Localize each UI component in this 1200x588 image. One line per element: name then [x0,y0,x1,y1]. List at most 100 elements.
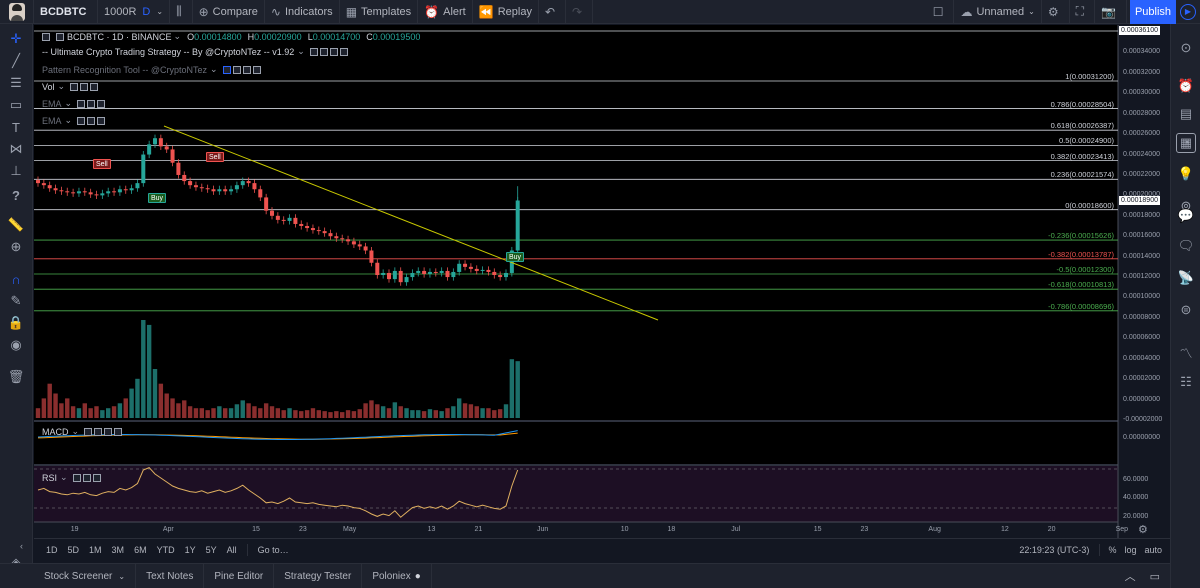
range-button[interactable]: 1M [89,545,102,555]
range-button[interactable]: All [227,545,237,555]
tab-text-notes[interactable]: Text Notes [136,563,205,588]
gear-icon[interactable] [80,82,89,91]
fullscreen-square-button[interactable]: ☐ [927,0,955,24]
range-button[interactable]: 6M [134,545,147,555]
gear-icon[interactable] [87,99,96,108]
auto-scale-toggle[interactable]: auto [1144,545,1162,555]
more-icon[interactable] [252,65,261,74]
collapse-range-icon[interactable]: ‹ [20,541,23,551]
gear-icon[interactable] [94,427,103,436]
candles-style-button[interactable]: ⫼ [170,0,193,24]
eye-icon[interactable]: ◉ [7,336,25,354]
gear-icon[interactable] [319,47,328,56]
more-icon[interactable] [114,427,123,436]
indicators-button[interactable]: ∿ Indicators [265,0,340,24]
main-series-legend[interactable]: BCDBTC · 1D · BINANCE ⌄ O 0.00014800 H 0.0… [42,30,420,43]
close-icon[interactable] [242,65,251,74]
eye-icon[interactable] [72,473,81,482]
more-icon[interactable] [339,47,348,56]
horizontal-lines-icon[interactable]: ☰ [7,74,25,92]
alerts-icon[interactable]: ⏰ [1176,76,1196,96]
templates-button[interactable]: ▦ Templates [340,0,419,24]
eye-icon[interactable] [77,99,86,108]
question-icon[interactable]: ? [7,186,25,204]
close-icon[interactable] [92,473,101,482]
goto-button[interactable]: Go to… [258,545,289,555]
vol-legend[interactable]: Vol ⌄ [42,80,99,93]
calendar-icon[interactable]: ▦ [1176,133,1196,153]
macd-legend[interactable]: MACD ⌄ [42,425,123,438]
range-button[interactable]: YTD [157,545,175,555]
tab-pine-editor[interactable]: Pine Editor [204,563,275,588]
ema2-legend[interactable]: EMA ⌄ [42,114,106,127]
close-icon[interactable] [104,427,113,436]
price-chart[interactable] [34,25,1170,538]
lock-icon[interactable]: 🔒 [7,314,25,332]
tab-stock-screener[interactable]: Stock Screener ⌄ [34,563,137,588]
percent-scale-toggle[interactable]: % [1108,545,1116,555]
range-button[interactable]: 5Y [206,545,217,555]
trendline-icon[interactable]: ╱ [7,52,25,70]
range-button[interactable]: 1Y [185,545,196,555]
order-panel-icon[interactable]: ⊜ [1176,300,1196,320]
close-icon[interactable] [97,99,106,108]
data-window-icon[interactable]: ▤ [1176,104,1196,124]
tab-poloniex[interactable]: Poloniex ● [362,563,432,588]
rsi-legend[interactable]: RSI ⌄ [42,471,101,484]
trash-icon[interactable]: 🗑 [7,368,25,386]
rectangle-icon[interactable]: ▭ [7,96,25,114]
strategy-legend[interactable]: -- Ultimate Crypto Trading Strategy -- B… [42,45,348,58]
user-avatar[interactable] [0,0,34,24]
eye-icon[interactable] [70,82,79,91]
undo-button[interactable]: ↶ [539,0,567,24]
compare-button[interactable]: ⊕ Compare [193,0,265,24]
crosshair-icon[interactable]: ✛ [7,30,25,48]
ideas-icon[interactable]: 💡 [1176,164,1196,184]
broadcast-icon[interactable]: 📡 [1176,268,1196,288]
pattern-legend[interactable]: Pattern Recognition Tool -- @CryptoNTez … [42,63,261,76]
fullscreen-button[interactable]: ⛶ [1070,0,1096,24]
interval-selector[interactable]: 1000R D ⌄ [98,0,171,24]
eye-icon[interactable] [222,65,231,74]
gear-icon[interactable] [87,116,96,125]
chart-trend-icon[interactable]: 〽 [1176,342,1196,362]
private-chat-icon[interactable]: 🗨 [1176,236,1196,256]
tab-strategy-tester[interactable]: Strategy Tester [274,563,363,588]
close-icon[interactable] [329,47,338,56]
zoom-in-icon[interactable]: ⊕ [7,238,25,256]
range-button[interactable]: 1D [46,545,58,555]
chevron-up-icon[interactable]: ︿ [1125,568,1136,584]
stay-drawing-icon[interactable]: ✎ [7,292,25,310]
alert-button[interactable]: ⏰ Alert [418,0,473,24]
publish-button[interactable]: Publish [1130,0,1176,24]
ruler-icon[interactable]: 📏 [7,216,25,234]
range-button[interactable]: 5D [68,545,80,555]
eye-icon[interactable] [77,116,86,125]
magnet-icon[interactable]: ∩ [7,270,25,288]
layout-menu[interactable]: ☁ Unnamed ⌄ [954,0,1042,24]
chat-icon[interactable]: 💬 [1176,206,1196,226]
eye-icon[interactable] [84,427,93,436]
settings-button[interactable]: ⚙ [1042,0,1070,24]
gear-icon[interactable]: ⚙ [1138,523,1148,536]
gear-icon[interactable] [82,473,91,482]
text-icon[interactable]: T [7,118,25,136]
collapse-legend-icon[interactable] [42,32,50,41]
close-icon[interactable] [90,82,99,91]
watchlist-icon[interactable]: ⊙ [1176,38,1196,58]
close-icon[interactable] [97,116,106,125]
gear-icon[interactable] [232,65,241,74]
symbol-search[interactable]: BCDBTC [34,0,98,24]
redo-button[interactable]: ↷ [566,0,594,24]
range-button[interactable]: 3M [112,545,125,555]
replay-button[interactable]: ⏪ Replay [473,0,539,24]
list-icon[interactable]: ☷ [1176,372,1196,392]
pattern-icon[interactable]: ⋈ [7,140,25,158]
prediction-icon[interactable]: ⊥ [7,162,25,180]
clock[interactable]: 22:19:23 (UTC-3) [1019,545,1089,555]
log-scale-toggle[interactable]: log [1124,545,1136,555]
snapshot-button[interactable]: 📷 [1095,0,1127,24]
maximize-icon[interactable]: ▭ [1150,570,1160,583]
eye-icon[interactable] [309,47,318,56]
play-button[interactable]: ▶ [1176,0,1200,24]
